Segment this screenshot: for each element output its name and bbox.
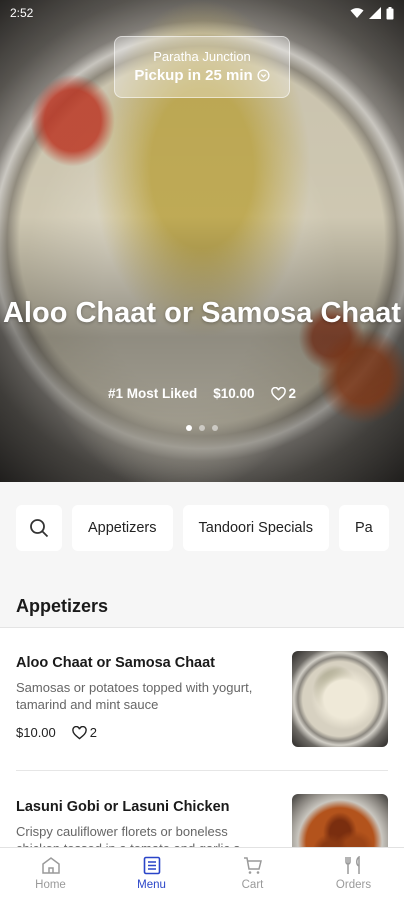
pickup-card[interactable]: Paratha Junction Pickup in 25 min	[114, 36, 290, 98]
hero-badge: #1 Most Liked	[107, 386, 198, 401]
hero-likes[interactable]: 2	[270, 386, 297, 401]
carousel-dots	[0, 425, 404, 431]
battery-icon	[386, 6, 394, 19]
menu-item-description: Crispy cauliflower florets or boneless c…	[16, 824, 251, 847]
carousel-dot[interactable]	[186, 425, 192, 431]
search-icon	[30, 519, 49, 538]
hero-likes-count: 2	[288, 386, 297, 401]
heart-icon	[71, 725, 87, 740]
status-bar: 2:52	[0, 0, 404, 26]
orders-icon	[344, 856, 360, 874]
home-icon	[41, 857, 60, 874]
bottom-nav: Home Menu Cart Orders	[0, 847, 404, 900]
menu-item-text: Aloo Chaat or Samosa Chaat Samosas or po…	[16, 655, 266, 740]
pickup-time: Pickup in 25 min	[115, 67, 289, 84]
heart-icon	[270, 386, 286, 401]
nav-home-label: Home	[35, 879, 66, 891]
wifi-icon	[350, 8, 364, 18]
nav-orders-label: Orders	[335, 879, 372, 891]
status-icons	[350, 6, 394, 20]
category-bar: Appetizers Tandoori Specials Pa	[0, 482, 404, 574]
menu-item[interactable]: Aloo Chaat or Samosa Chaat Samosas or po…	[0, 628, 404, 771]
nav-menu[interactable]: Menu	[101, 848, 202, 900]
pickup-text: Pickup in 25 min	[134, 67, 253, 84]
category-chip-next[interactable]: Pa	[338, 505, 389, 551]
cart-icon	[243, 857, 262, 874]
menu-icon	[143, 856, 160, 875]
signal-icon	[369, 7, 381, 19]
menu-item-image	[292, 794, 388, 847]
menu-item-text: Lasuni Gobi or Lasuni Chicken Crispy cau…	[16, 799, 266, 847]
nav-menu-label: Menu	[137, 879, 166, 891]
carousel-dot[interactable]	[212, 425, 218, 431]
search-button[interactable]	[16, 505, 62, 551]
menu-item-name: Aloo Chaat or Samosa Chaat	[16, 655, 216, 671]
chevron-down-icon	[257, 69, 270, 82]
category-chip-tandoori-specials[interactable]: Tandoori Specials	[182, 505, 329, 551]
menu-item[interactable]: Lasuni Gobi or Lasuni Chicken Crispy cau…	[0, 771, 404, 847]
store-name: Paratha Junction	[153, 49, 251, 64]
hero-title: Aloo Chaat or Samosa Chaat	[2, 297, 402, 329]
menu-item-price: $10.00	[16, 725, 56, 740]
section-title: Appetizers	[0, 574, 404, 628]
nav-cart-label: Cart	[241, 879, 264, 891]
nav-orders[interactable]: Orders	[303, 848, 404, 900]
nav-home[interactable]: Home	[0, 848, 101, 900]
menu-item-description: Samosas or potatoes topped with yogurt, …	[16, 680, 253, 712]
hero-price: $10.00	[213, 386, 255, 401]
menu-item-name: Lasuni Gobi or Lasuni Chicken	[16, 799, 230, 815]
category-chip-appetizers[interactable]: Appetizers	[72, 505, 173, 551]
hero-meta: #1 Most Liked $10.00 2	[0, 386, 404, 401]
status-time: 2:52	[10, 6, 34, 20]
menu-item-image	[292, 651, 388, 747]
menu-item-likes[interactable]: 2	[71, 725, 97, 740]
carousel-dot[interactable]	[199, 425, 205, 431]
menu-item-meta: $10.00 2	[16, 725, 266, 740]
menu-item-likes-count: 2	[89, 725, 97, 740]
nav-cart[interactable]: Cart	[202, 848, 303, 900]
